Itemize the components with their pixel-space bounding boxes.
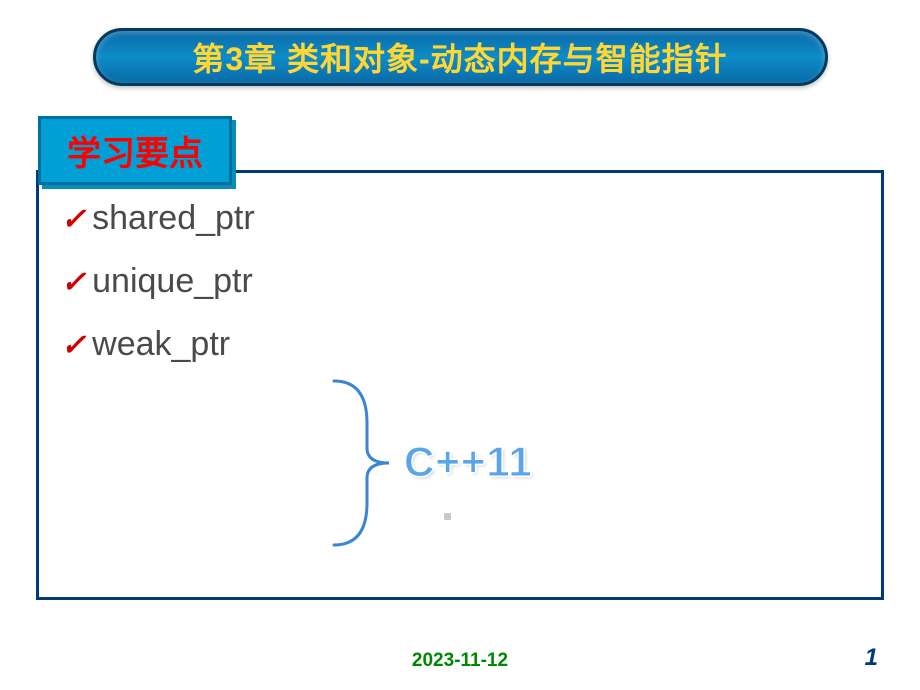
title-banner: 第3章 类和对象-动态内存与智能指针	[93, 28, 828, 86]
cpp-version-label: C++11	[404, 438, 533, 486]
dot-marker	[444, 513, 451, 520]
brace-icon	[329, 373, 409, 553]
footer: 2023-11-12	[0, 650, 920, 672]
list-item: ✓ shared_ptr	[61, 199, 859, 238]
slide-title: 第3章 类和对象-动态内存与智能指针	[192, 34, 727, 80]
subtitle-text: 学习要点	[67, 136, 203, 173]
page-number: 1	[865, 644, 878, 672]
list-item: ✓ unique_ptr	[61, 262, 859, 301]
bullet-list: ✓ shared_ptr ✓ unique_ptr ✓ weak_ptr	[61, 199, 859, 364]
slide: 第3章 类和对象-动态内存与智能指针 学习要点 ✓ shared_ptr ✓ u…	[0, 0, 920, 690]
footer-date: 2023-11-12	[412, 650, 508, 672]
subtitle-box: 学习要点	[38, 116, 232, 185]
bullet-text: weak_ptr	[92, 325, 230, 364]
checkmark-icon: ✓	[61, 202, 86, 237]
content-box: ✓ shared_ptr ✓ unique_ptr ✓ weak_ptr C++…	[36, 170, 884, 600]
bullet-text: unique_ptr	[92, 262, 253, 301]
checkmark-icon: ✓	[61, 265, 86, 300]
bullet-text: shared_ptr	[92, 199, 255, 238]
checkmark-icon: ✓	[61, 328, 86, 363]
list-item: ✓ weak_ptr	[61, 325, 859, 364]
